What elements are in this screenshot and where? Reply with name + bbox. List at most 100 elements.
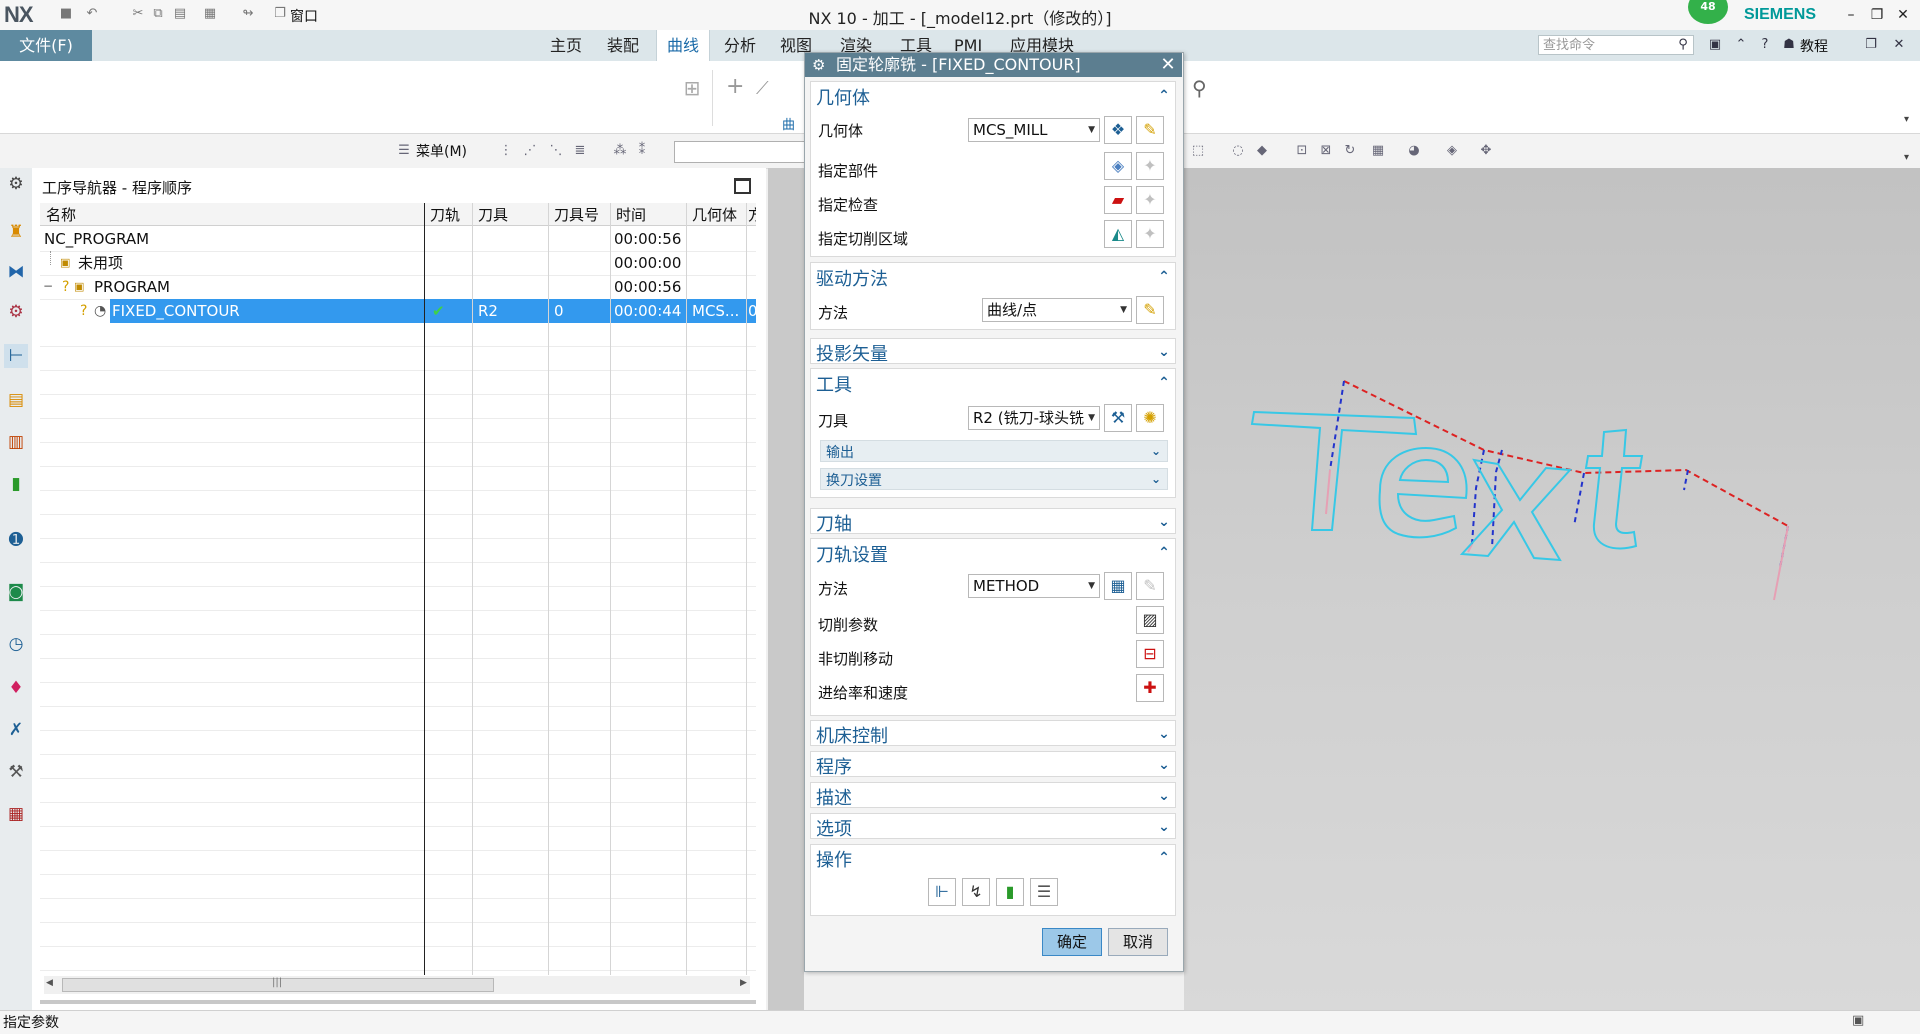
shading-icon[interactable]: ◕ bbox=[1406, 143, 1422, 159]
specify-part-icon[interactable]: ◈ bbox=[1104, 152, 1132, 180]
menu-button[interactable]: 菜单(M) bbox=[416, 141, 467, 161]
web-browser-icon[interactable]: ▥ bbox=[4, 430, 28, 454]
box-select-icon[interactable]: ⬚ bbox=[1190, 143, 1206, 159]
specify-cut-area-icon[interactable]: ◭ bbox=[1104, 220, 1132, 248]
zoom-icon[interactable]: ⊠ bbox=[1318, 143, 1334, 159]
settings-icon[interactable]: ⚙ bbox=[4, 172, 28, 196]
snap-icon[interactable]: ⚲ bbox=[1192, 76, 1207, 100]
cut-params-icon[interactable]: ▨ bbox=[1136, 606, 1164, 634]
hide-icon[interactable]: ◌ bbox=[1230, 143, 1246, 159]
ribbon-expand-icon[interactable]: ▾ bbox=[1904, 114, 1909, 125]
select-icon[interactable]: ⋰ bbox=[522, 143, 538, 159]
help-icon[interactable]: ? bbox=[1756, 36, 1774, 54]
tab-analysis[interactable]: 分析 bbox=[714, 30, 766, 61]
rotate-icon[interactable]: ↻ bbox=[1342, 143, 1358, 159]
file-menu[interactable]: 文件(F) bbox=[0, 30, 92, 61]
roles-icon[interactable]: ➊ bbox=[4, 528, 28, 552]
paste-icon[interactable]: ▤ bbox=[172, 6, 188, 22]
display-flashlight-icon[interactable]: ✦ bbox=[1136, 152, 1164, 180]
command-search-input[interactable]: 查找命令 bbox=[1538, 35, 1694, 55]
section-header-drive-method[interactable]: 驱动方法 bbox=[816, 265, 888, 291]
section-header-path-settings[interactable]: 刀轨设置 bbox=[816, 541, 888, 567]
window-icon[interactable]: ❐ bbox=[272, 6, 288, 22]
edit-method-icon[interactable]: ✎ bbox=[1136, 572, 1164, 600]
section-header-machine-control[interactable]: 机床控制 bbox=[816, 722, 888, 748]
chevron-down-icon[interactable]: ⌄ bbox=[1148, 443, 1164, 459]
replay-icon[interactable]: ↯ bbox=[962, 878, 990, 906]
feeds-speeds-icon[interactable]: ✚ bbox=[1136, 674, 1164, 702]
edit-wrench-icon[interactable]: ✎ bbox=[1136, 296, 1164, 324]
tutorial-label[interactable]: 教程 bbox=[1800, 36, 1828, 56]
menu-icon[interactable]: ☰ bbox=[396, 143, 412, 159]
tab-assembly[interactable]: 装配 bbox=[597, 30, 649, 61]
section-header-actions[interactable]: 操作 bbox=[816, 846, 852, 872]
toolbar-expand-icon[interactable]: ▾ bbox=[1904, 152, 1909, 163]
column-tool[interactable]: 刀具 bbox=[478, 205, 508, 225]
reuse-library-icon[interactable]: ✗ bbox=[4, 718, 28, 742]
dialog-close-icon[interactable]: ✕ bbox=[1158, 53, 1178, 77]
grid-icon[interactable]: ▦ bbox=[202, 6, 218, 22]
cube-icon[interactable]: ◆ bbox=[1254, 143, 1270, 159]
history-icon[interactable]: ▮ bbox=[4, 472, 28, 496]
machine-tool-icon[interactable]: ▤ bbox=[4, 388, 28, 412]
operation-navigator-icon[interactable]: ⊢ bbox=[4, 344, 28, 368]
edit-wrench-icon[interactable]: ✎ bbox=[1136, 116, 1164, 144]
chevron-down-icon[interactable]: ⌄ bbox=[1156, 788, 1172, 804]
new-method-icon[interactable]: ▦ bbox=[1104, 572, 1132, 600]
column-tool-number[interactable]: 刀具号 bbox=[554, 205, 599, 225]
chevron-up-icon[interactable]: ⌃ bbox=[1156, 545, 1172, 561]
scroll-right-icon[interactable]: ▶ bbox=[740, 978, 747, 988]
system-materials-icon[interactable]: ◙ bbox=[4, 580, 28, 604]
chevron-down-icon[interactable]: ⌄ bbox=[1156, 514, 1172, 530]
part-navigator-icon[interactable]: ⚙ bbox=[4, 300, 28, 324]
drive-method-select[interactable]: 曲线/点 ▼ bbox=[982, 298, 1132, 322]
layout-icon[interactable]: ▦ bbox=[1370, 143, 1386, 159]
palette-icon[interactable]: ♦ bbox=[4, 676, 28, 700]
collapse-icon[interactable]: − bbox=[43, 280, 53, 292]
chevron-up-icon[interactable]: ⌃ bbox=[1156, 375, 1172, 391]
display-flashlight-icon[interactable]: ✦ bbox=[1136, 220, 1164, 248]
restore-icon[interactable]: ❐ bbox=[1864, 4, 1890, 26]
copy-icon[interactable]: ⧉ bbox=[150, 6, 166, 22]
save-icon[interactable]: ■ bbox=[58, 6, 74, 22]
cut-icon[interactable]: ✂ bbox=[130, 6, 146, 22]
panel-icon[interactable]: ▣ bbox=[1706, 36, 1724, 54]
column-time[interactable]: 时间 bbox=[616, 205, 646, 225]
maximize-icon[interactable] bbox=[734, 178, 751, 194]
list-icon[interactable]: ≣ bbox=[572, 143, 588, 159]
deselect-icon[interactable]: ⋱ bbox=[548, 143, 564, 159]
line-icon[interactable]: ⟋ bbox=[756, 78, 769, 99]
close-sub-icon[interactable]: ✕ bbox=[1890, 36, 1908, 54]
search-icon[interactable]: ⚲ bbox=[1674, 36, 1692, 54]
report-icon[interactable]: ▦ bbox=[4, 802, 28, 826]
column-name[interactable]: 名称 bbox=[46, 205, 76, 225]
display-flashlight-icon[interactable]: ✦ bbox=[1136, 186, 1164, 214]
dialog-gear-icon[interactable]: ⚙ bbox=[812, 53, 825, 77]
section-header-projection-vector[interactable]: 投影矢量 bbox=[816, 340, 888, 366]
non-cut-moves-icon[interactable]: ⊟ bbox=[1136, 640, 1164, 668]
chevron-down-icon[interactable]: ⌄ bbox=[1156, 344, 1172, 360]
view-cube-icon[interactable]: ◈ bbox=[1444, 143, 1460, 159]
visualization-icon[interactable]: ✥ bbox=[1478, 143, 1494, 159]
column-method[interactable]: 方 bbox=[748, 205, 756, 225]
undo-icon[interactable]: ↶ bbox=[84, 6, 100, 22]
geometry-select[interactable]: MCS_MILL ▼ bbox=[968, 118, 1100, 142]
snap-end-icon[interactable]: ⁑ bbox=[634, 143, 650, 159]
window-menu-label[interactable]: 窗口 bbox=[290, 6, 318, 26]
tab-home[interactable]: 主页 bbox=[540, 30, 592, 61]
section-header-tool-axis[interactable]: 刀轴 bbox=[816, 510, 852, 536]
point-icon[interactable]: + bbox=[726, 74, 744, 99]
filter-icon[interactable]: ⋮ bbox=[498, 143, 514, 159]
section-header-description[interactable]: 描述 bbox=[816, 784, 852, 810]
status-panel-icon[interactable]: ▣ bbox=[1852, 1013, 1864, 1028]
specify-check-icon[interactable]: ▰ bbox=[1104, 186, 1132, 214]
path-method-select[interactable]: METHOD ▼ bbox=[968, 574, 1100, 598]
chevron-up-icon[interactable]: ⌃ bbox=[1156, 269, 1172, 285]
tab-curve[interactable]: 曲线 bbox=[656, 30, 711, 61]
close-icon[interactable]: ✕ bbox=[1890, 4, 1916, 26]
curve-tool-icon[interactable]: ⊞ bbox=[680, 76, 704, 100]
chevron-down-icon[interactable]: ⌄ bbox=[1156, 819, 1172, 835]
chevron-down-icon[interactable]: ⌄ bbox=[1156, 757, 1172, 773]
tutorial-icon[interactable]: ☗ bbox=[1780, 36, 1798, 54]
list-output-icon[interactable]: ☰ bbox=[1030, 878, 1058, 906]
